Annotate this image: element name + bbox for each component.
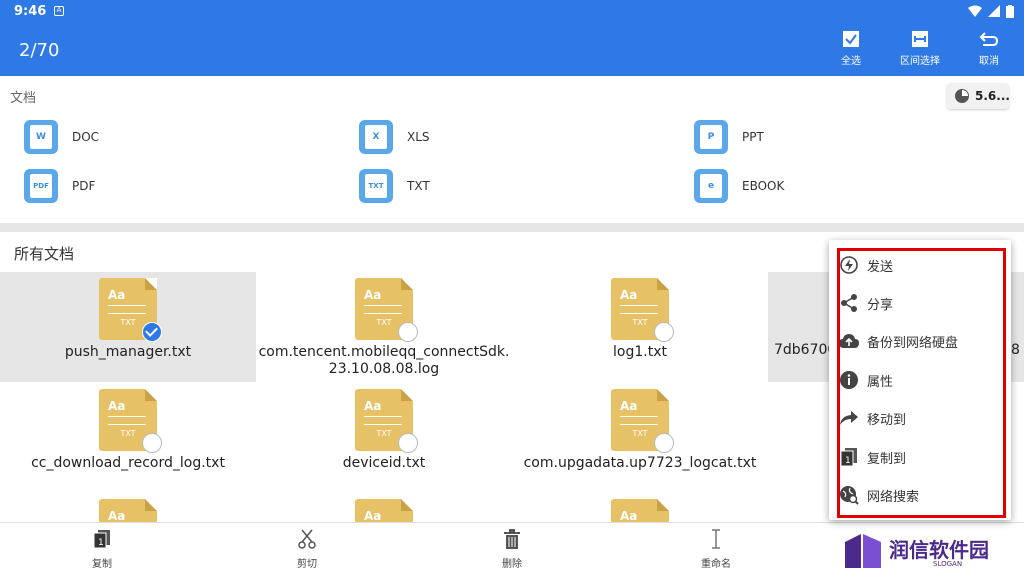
file-item[interactable]: Aa TXT deviceid.txt [256, 383, 512, 493]
excel-icon: X [359, 120, 393, 154]
file-item[interactable]: Aa [256, 493, 512, 522]
file-item[interactable]: Aa [512, 493, 768, 522]
cut-label: 剪切 [297, 559, 317, 570]
file-item[interactable]: Aa [0, 493, 256, 522]
category-pdf[interactable]: PDF PDF [24, 168, 95, 204]
unselected-checkbox[interactable] [654, 322, 674, 342]
notification-icon: A [54, 6, 64, 16]
txt-file-icon: Aa [99, 499, 157, 522]
category-label: TXT [407, 179, 430, 193]
rename-icon [712, 529, 720, 549]
battery-icon [1006, 5, 1014, 18]
svg-text:1: 1 [98, 538, 104, 548]
watermark-subtext: SLOGAN [933, 560, 963, 568]
txt-file-icon: Aa [611, 499, 669, 522]
unselected-checkbox[interactable] [398, 322, 418, 342]
cut-icon [298, 529, 316, 549]
file-name: com.upgadata.up7723_logcat.txt [523, 455, 757, 471]
select-all-label: 全选 [841, 56, 861, 67]
range-select-label: 区间选择 [900, 56, 940, 67]
selection-count: 2/70 [19, 40, 60, 61]
delete-button[interactable]: 删除 [482, 529, 542, 570]
copy-button[interactable]: 1 复制 [72, 529, 132, 570]
status-bar: 9:46 A [0, 0, 1024, 24]
cancel-button[interactable]: 取消 [959, 30, 1019, 67]
select-all-button[interactable]: 全选 [821, 30, 881, 67]
context-menu: 发送 分享 备份到网络硬盘 属性 移动到 1 复制到 网络搜索 [829, 240, 1011, 520]
all-docs-title: 所有文档 [14, 245, 75, 263]
category-label: XLS [407, 130, 430, 144]
cancel-label: 取消 [979, 56, 999, 67]
highlight-box [837, 248, 1006, 518]
range-select-icon [912, 31, 928, 47]
unselected-checkbox[interactable] [142, 433, 162, 453]
category-txt[interactable]: TXT TXT [359, 168, 430, 204]
file-name: com.tencent.mobileqq_connectSdk. 23.10.0… [258, 344, 510, 377]
undo-icon [979, 32, 999, 46]
delete-label: 删除 [502, 559, 522, 570]
txt-icon: TXT [359, 169, 393, 203]
category-ebook[interactable]: e EBOOK [694, 168, 784, 204]
system-icons [968, 5, 1014, 18]
category-label: DOC [72, 130, 100, 144]
docs-section-label: 文档 [10, 91, 37, 106]
unselected-checkbox[interactable] [398, 433, 418, 453]
ebook-icon: e [694, 169, 728, 203]
file-name: push_manager.txt [64, 344, 192, 360]
storage-pie-icon [955, 89, 969, 103]
pdf-icon: PDF [24, 169, 58, 203]
selected-checkbox[interactable] [142, 322, 162, 342]
file-item[interactable]: Aa TXT log1.txt [512, 272, 768, 382]
file-name: deviceid.txt [342, 455, 426, 471]
category-xls[interactable]: X XLS [359, 119, 430, 155]
section-divider [0, 223, 1024, 232]
file-item[interactable]: Aa TXT push_manager.txt [0, 272, 256, 382]
category-label: PDF [72, 179, 96, 193]
storage-chip[interactable]: 5.6... [947, 83, 1010, 109]
file-name-partial-end: 8 [1011, 342, 1020, 358]
txt-file-icon: Aa [355, 499, 413, 522]
watermark-emblem-icon [845, 534, 881, 568]
file-name-partial: 7db6700 [774, 342, 837, 358]
watermark-text: 润信软件园 [889, 538, 989, 562]
word-doc-icon: W [24, 120, 58, 154]
range-select-button[interactable]: 区间选择 [890, 30, 950, 67]
file-item[interactable]: Aa TXT cc_download_record_log.txt [0, 383, 256, 493]
category-label: EBOOK [742, 179, 785, 193]
powerpoint-icon: P [694, 120, 728, 154]
category-ppt[interactable]: P PPT [694, 119, 764, 155]
file-item[interactable]: Aa TXT com.upgadata.up7723_logcat.txt [512, 383, 768, 493]
storage-text: 5.6... [975, 89, 1010, 103]
category-doc[interactable]: W DOC [24, 119, 99, 155]
wifi-icon [968, 5, 982, 17]
category-label: PPT [742, 130, 764, 144]
watermark-logo: 润信软件园 SLOGAN [843, 530, 1013, 570]
signal-icon [988, 5, 1000, 17]
file-item[interactable]: Aa TXT com.tencent.mobileqq_connectSdk. 2… [256, 272, 512, 382]
cut-button[interactable]: 剪切 [277, 529, 337, 570]
app-bar: 2/70 全选 区间选择 取消 [0, 24, 1024, 76]
unselected-checkbox[interactable] [654, 433, 674, 453]
status-time: 9:46 [14, 4, 47, 19]
file-name: log1.txt [613, 344, 667, 360]
select-all-icon [843, 31, 859, 47]
file-name: cc_download_record_log.txt [31, 455, 225, 471]
rename-label: 重命名 [701, 559, 731, 570]
copy-label: 复制 [92, 559, 112, 570]
copy-icon: 1 [93, 530, 110, 549]
rename-button[interactable]: 重命名 [686, 529, 746, 570]
delete-icon [504, 529, 520, 549]
